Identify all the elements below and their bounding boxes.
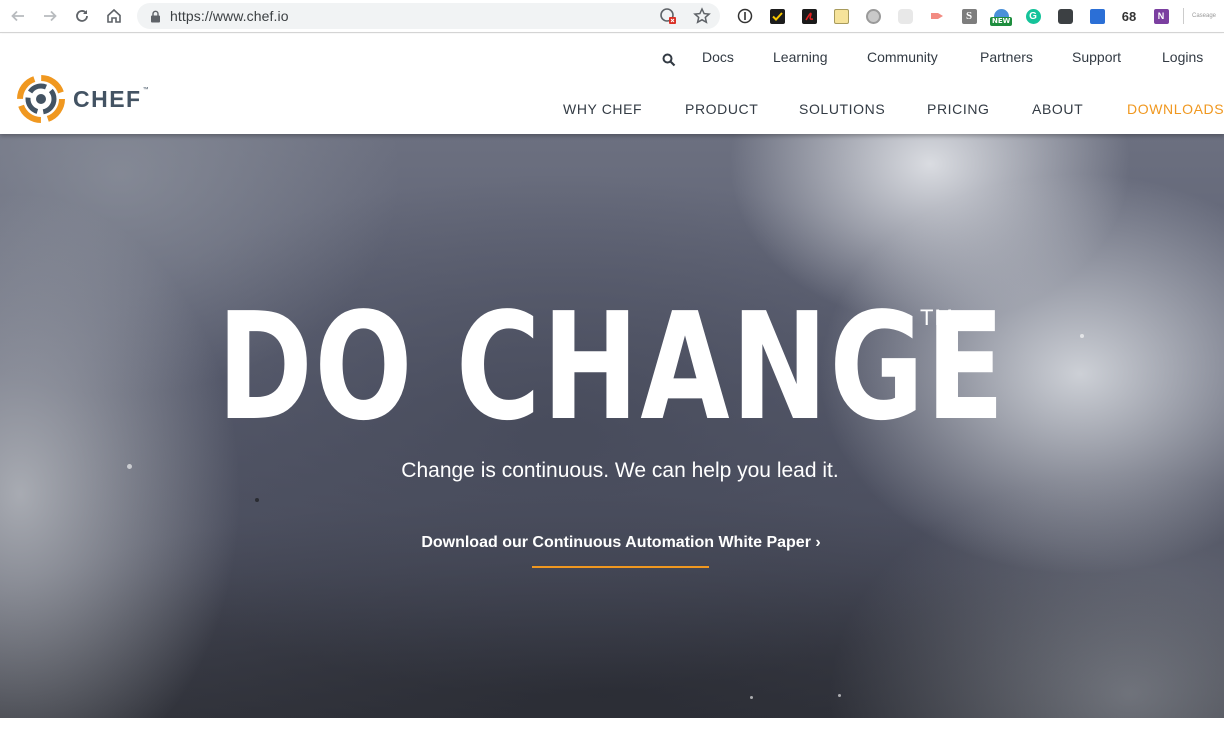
home-button[interactable] — [100, 2, 128, 30]
white-paper-link[interactable]: Download our Continuous Automation White… — [0, 534, 1224, 552]
browser-toolbar: https://www.chef.io S NEW G 68 N Caseage — [0, 0, 1224, 33]
map-pin-extension-icon[interactable] — [1053, 5, 1077, 27]
new-badge: NEW — [990, 17, 1013, 26]
notes-extension-icon[interactable] — [829, 5, 853, 27]
lock-icon — [149, 9, 161, 23]
url-text: https://www.chef.io — [170, 8, 289, 24]
reload-button[interactable] — [68, 2, 96, 30]
address-bar[interactable]: https://www.chef.io — [137, 3, 720, 29]
nav-about[interactable]: ABOUT — [1032, 101, 1083, 117]
util-nav-logins[interactable]: Logins — [1162, 49, 1203, 65]
hero-speck — [750, 696, 753, 699]
logo-trademark: ™ — [142, 87, 149, 93]
nav-pricing[interactable]: PRICING — [927, 101, 990, 117]
util-nav-learning[interactable]: Learning — [773, 49, 828, 65]
arrow-right-icon — [44, 10, 57, 22]
s-extension-icon[interactable]: S — [957, 5, 981, 27]
toolbar-divider — [1183, 8, 1184, 24]
search-icon[interactable] — [662, 53, 676, 67]
password-manager-extension-icon[interactable] — [733, 5, 757, 27]
extensions-area: S NEW G 68 N Caseage — [733, 5, 1216, 27]
reload-icon — [76, 10, 88, 22]
cta-underline — [532, 566, 709, 568]
home-icon — [107, 8, 121, 23]
nav-why-chef[interactable]: WHY CHEF — [563, 101, 642, 117]
nav-solutions[interactable]: SOLUTIONS — [799, 101, 885, 117]
nav-product[interactable]: PRODUCT — [685, 101, 758, 117]
circle-extension-icon[interactable] — [861, 5, 885, 27]
arrow-left-icon — [11, 10, 24, 22]
checklist-extension-icon[interactable] — [765, 5, 789, 27]
arrow-extension-icon[interactable] — [925, 5, 949, 27]
bookmark-star-icon[interactable] — [692, 6, 712, 26]
pdf-extension-icon[interactable] — [797, 5, 821, 27]
back-button[interactable] — [4, 2, 32, 30]
gray-extension-icon[interactable] — [893, 5, 917, 27]
extension-count[interactable]: 68 — [1117, 9, 1141, 24]
util-nav-support[interactable]: Support — [1072, 49, 1121, 65]
util-nav-community[interactable]: Community — [867, 49, 938, 65]
util-nav-partners[interactable]: Partners — [980, 49, 1033, 65]
onenote-extension-icon[interactable]: N — [1149, 5, 1173, 27]
calendar-extension-icon[interactable] — [1085, 5, 1109, 27]
hero-speck — [255, 498, 259, 502]
site-permission-icon[interactable] — [658, 6, 678, 26]
hero-speck — [838, 694, 841, 697]
site-header: CHEF ™ Docs Learning Community Partners … — [0, 34, 1224, 134]
util-nav-docs[interactable]: Docs — [702, 49, 734, 65]
nav-downloads[interactable]: DOWNLOADS — [1127, 101, 1224, 117]
grammarly-extension-icon[interactable]: G — [1021, 5, 1045, 27]
tiny-extension-label[interactable]: Caseage — [1192, 13, 1216, 19]
globe-new-extension-icon[interactable]: NEW — [989, 5, 1013, 27]
forward-button[interactable] — [36, 2, 64, 30]
hero-subtitle: Change is continuous. We can help you le… — [401, 459, 839, 482]
utility-nav: Docs Learning Community Partners Support… — [0, 49, 1224, 69]
hero-trademark: TM — [920, 305, 954, 330]
main-nav: WHY CHEF PRODUCT SOLUTIONS PRICING ABOUT… — [0, 101, 1224, 121]
hero-section: DO CHANGE TM Change is continuous. We ca… — [0, 134, 1224, 718]
